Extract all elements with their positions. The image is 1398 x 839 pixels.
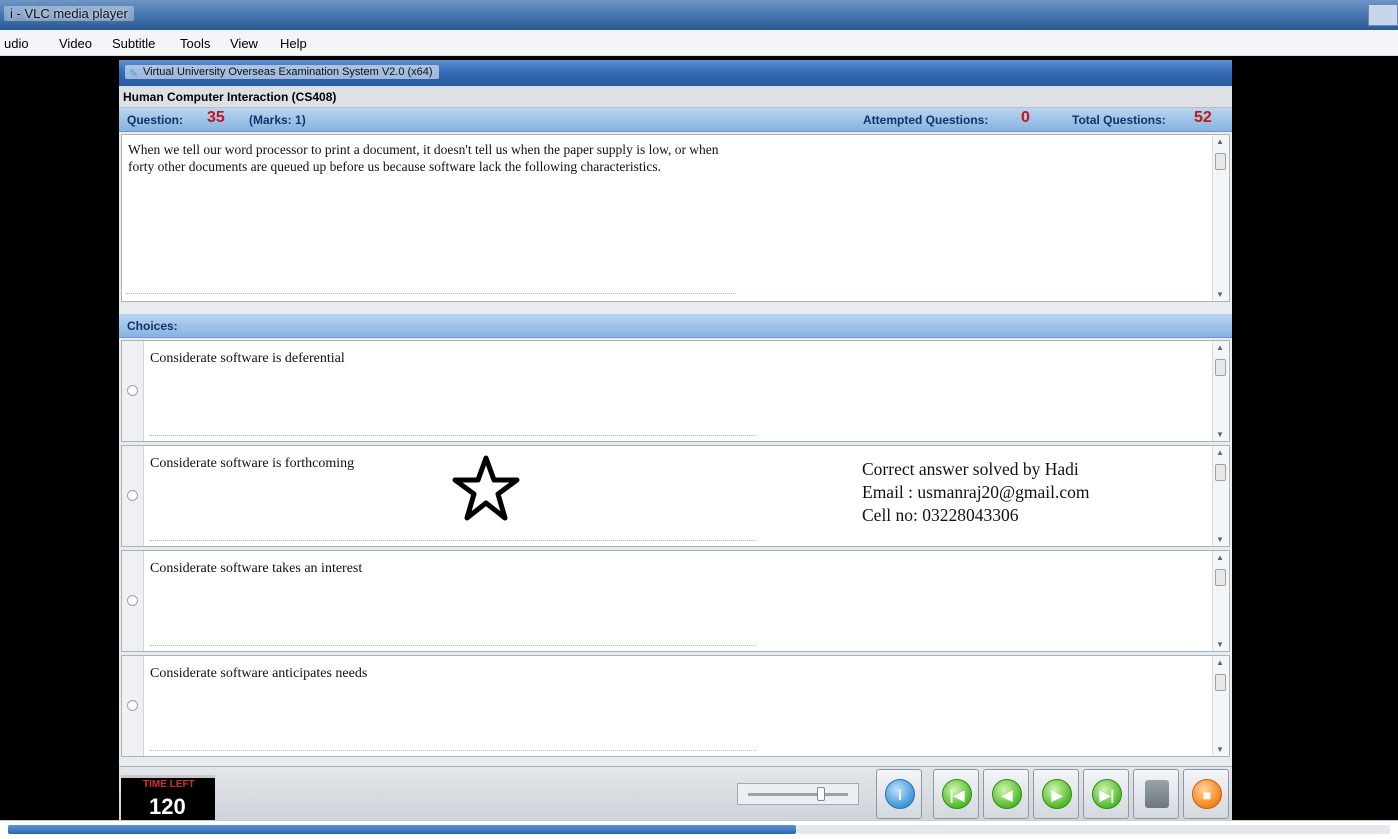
seek-bar-remaining	[796, 825, 1390, 834]
choice-scrollbar[interactable]: ▲ ▼	[1212, 341, 1229, 441]
choice-gutter	[122, 446, 144, 546]
scroll-down-icon[interactable]: ▼	[1216, 640, 1224, 649]
exam-window-title-text: Virtual University Overseas Examination …	[143, 66, 433, 78]
choice-text-4: Considerate software anticipates needs	[150, 666, 368, 681]
choice-text-3: Considerate software takes an interest	[150, 561, 363, 576]
question-label: Question:	[127, 113, 183, 127]
scroll-thumb[interactable]	[1215, 359, 1226, 376]
vlc-seek-bar[interactable]	[0, 820, 1398, 839]
vlc-window-title: i - VLC media player	[4, 6, 134, 21]
attempted-count: 0	[1021, 109, 1030, 126]
time-left-box: TIME LEFT 120	[121, 775, 215, 821]
restore-window-button[interactable]	[1368, 4, 1398, 26]
scroll-thumb[interactable]	[1215, 569, 1226, 586]
next-question-button[interactable]: ▶	[1033, 769, 1079, 819]
divider	[150, 645, 756, 646]
last-question-button[interactable]: ▶|	[1083, 769, 1129, 819]
choice-radio-3[interactable]	[127, 595, 138, 606]
vlc-menubar: udio Video Subtitle Tools View Help	[0, 30, 1398, 56]
exam-window: ✎ Virtual University Overseas Examinatio…	[119, 60, 1232, 821]
divider	[126, 293, 736, 294]
skip-last-icon: ▶|	[1092, 779, 1122, 809]
slider-knob[interactable]	[817, 787, 825, 801]
time-left-value: 120	[149, 794, 186, 819]
menu-audio[interactable]: udio	[4, 36, 29, 51]
app-logo-icon: ✎	[129, 68, 139, 80]
question-header: Question: 35 (Marks: 1) Attempted Questi…	[119, 108, 1232, 132]
choice-text-2: Considerate software is forthcoming	[150, 456, 355, 471]
exam-window-title: ✎ Virtual University Overseas Examinatio…	[125, 65, 439, 80]
menu-help[interactable]: Help	[280, 36, 307, 51]
star-icon	[452, 455, 520, 521]
next-icon: ▶	[1042, 779, 1072, 809]
menu-view[interactable]: View	[230, 36, 258, 51]
scroll-thumb[interactable]	[1215, 464, 1226, 481]
question-scrollbar[interactable]: ▲ ▼	[1212, 135, 1229, 301]
scroll-up-icon[interactable]: ▲	[1216, 553, 1224, 562]
scroll-up-icon[interactable]: ▲	[1216, 137, 1224, 146]
choice-radio-4[interactable]	[127, 700, 138, 711]
choices-header: Choices:	[119, 314, 1232, 338]
choice-option-1[interactable]: Considerate software is deferential ▲ ▼	[121, 340, 1230, 442]
attempted-label: Attempted Questions:	[863, 113, 989, 127]
scroll-down-icon[interactable]: ▼	[1216, 430, 1224, 439]
previous-question-button[interactable]: ◀	[983, 769, 1029, 819]
scroll-thumb[interactable]	[1215, 674, 1226, 691]
course-name: Human Computer Interaction (CS408)	[123, 90, 337, 104]
scroll-up-icon[interactable]: ▲	[1216, 448, 1224, 457]
watermark-text: Correct answer solved by Hadi Email : us…	[862, 458, 1090, 527]
divider	[150, 540, 756, 541]
scroll-down-icon[interactable]: ▼	[1216, 535, 1224, 544]
scroll-up-icon[interactable]: ▲	[1216, 658, 1224, 667]
info-icon: i	[885, 779, 915, 809]
scroll-up-icon[interactable]: ▲	[1216, 343, 1224, 352]
choice-scrollbar[interactable]: ▲ ▼	[1212, 656, 1229, 756]
skip-first-icon: |◀	[942, 779, 972, 809]
previous-icon: ◀	[992, 779, 1022, 809]
choice-option-4[interactable]: Considerate software anticipates needs ▲…	[121, 655, 1230, 757]
choice-gutter	[122, 341, 144, 441]
course-bar: Human Computer Interaction (CS408)	[119, 86, 1232, 108]
vlc-titlebar: i - VLC media player	[0, 0, 1398, 30]
question-text: When we tell our word processor to print…	[128, 142, 719, 174]
question-number: 35	[207, 109, 225, 126]
scroll-down-icon[interactable]: ▼	[1216, 290, 1224, 299]
divider	[150, 750, 756, 751]
total-label: Total Questions:	[1072, 113, 1166, 127]
choice-text-1: Considerate software is deferential	[150, 351, 345, 366]
choice-gutter	[122, 551, 144, 651]
choice-scrollbar[interactable]: ▲ ▼	[1212, 446, 1229, 546]
watermark-line-2: Email : usmanraj20@gmail.com	[862, 482, 1090, 502]
first-question-button[interactable]: |◀	[933, 769, 979, 819]
info-button[interactable]: i	[876, 769, 922, 819]
exam-status-bar: TIME LEFT 120 i |◀ ◀ ▶ ▶| ■	[119, 766, 1232, 821]
scroll-thumb[interactable]	[1215, 153, 1226, 170]
menu-video[interactable]: Video	[59, 36, 92, 51]
choice-scrollbar[interactable]: ▲ ▼	[1212, 551, 1229, 651]
save-button[interactable]	[1133, 769, 1179, 819]
marks-label: (Marks: 1)	[249, 113, 306, 127]
menu-tools[interactable]: Tools	[180, 36, 210, 51]
scroll-down-icon[interactable]: ▼	[1216, 745, 1224, 754]
choice-radio-1[interactable]	[127, 385, 138, 396]
watermark-line-1: Correct answer solved by Hadi	[862, 459, 1079, 479]
finish-button[interactable]: ■	[1183, 769, 1229, 819]
time-left-label: TIME LEFT	[143, 779, 195, 790]
seek-bar-fill	[8, 825, 796, 834]
choice-radio-2[interactable]	[127, 490, 138, 501]
choices-label: Choices:	[127, 319, 178, 333]
total-count: 52	[1194, 109, 1212, 126]
divider	[150, 435, 756, 436]
stop-icon: ■	[1192, 779, 1222, 809]
exam-titlebar: ✎ Virtual University Overseas Examinatio…	[119, 60, 1232, 86]
choice-option-3[interactable]: Considerate software takes an interest ▲…	[121, 550, 1230, 652]
save-icon	[1145, 780, 1169, 808]
menu-subtitle[interactable]: Subtitle	[112, 36, 155, 51]
question-text-box[interactable]: When we tell our word processor to print…	[121, 134, 1230, 302]
font-size-slider[interactable]	[737, 783, 859, 805]
slider-track	[748, 793, 848, 796]
choice-gutter	[122, 656, 144, 756]
watermark-line-3: Cell no: 03228043306	[862, 505, 1019, 525]
